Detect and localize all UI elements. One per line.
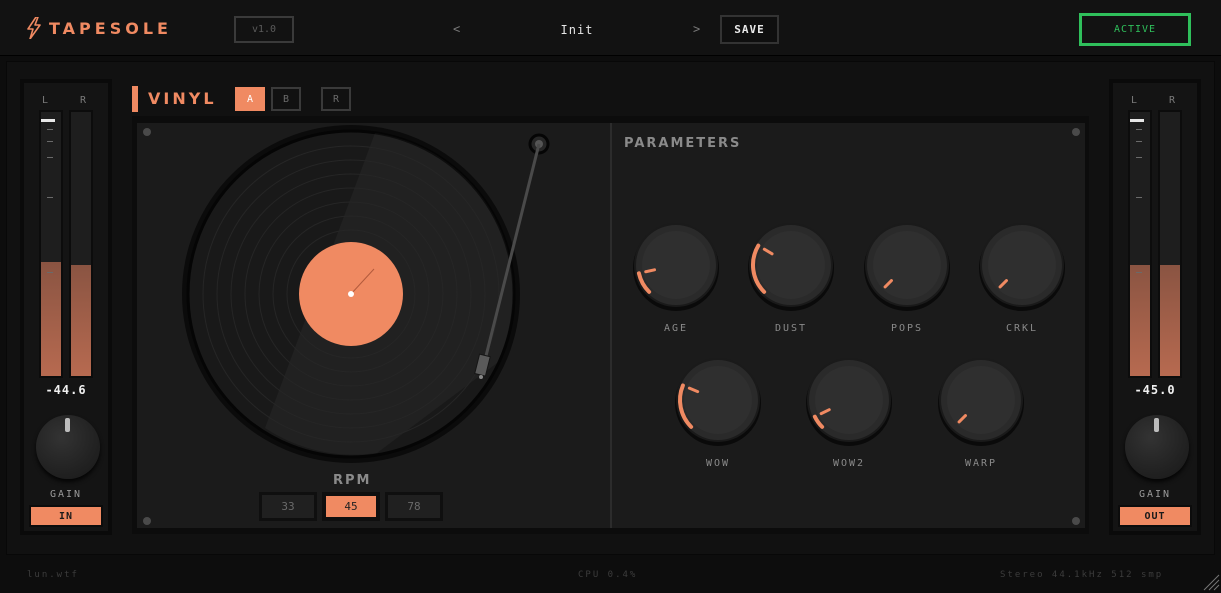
output-peak-marker: [1130, 119, 1144, 122]
audio-format: Stereo 44.1kHz 512 smp: [1000, 570, 1164, 580]
knob-label-dust: DUST: [774, 323, 808, 334]
knob-label-wow: WOW: [705, 458, 731, 469]
knob-wow[interactable]: [675, 358, 761, 446]
meter-tick: [1136, 197, 1142, 198]
vinyl-module: RPM 33 45 78 PARAMETERS AGE DUST POPS CR…: [132, 116, 1089, 534]
screw-icon: [143, 128, 151, 136]
brand-link[interactable]: lun.wtf: [27, 570, 79, 580]
output-gain-label: GAIN: [1138, 489, 1172, 500]
output-meter-r-fill: [1160, 265, 1180, 376]
meter-tick: [47, 129, 53, 130]
knob-label-crkl: CRKL: [1005, 323, 1039, 334]
meter-tick: [1136, 157, 1142, 158]
logo-text: TAPESOLE: [49, 18, 172, 38]
rpm-33-button[interactable]: 33: [259, 492, 317, 521]
meter-l-label: L: [42, 95, 49, 106]
knob-label-wow2: WOW2: [832, 458, 866, 469]
input-meter-r: [69, 110, 93, 378]
output-button[interactable]: OUT: [1118, 505, 1192, 527]
knob-dust[interactable]: [748, 223, 834, 311]
meter-l-label: L: [1131, 95, 1138, 106]
resize-grip-icon[interactable]: [1203, 574, 1220, 591]
module-accent-bar: [132, 86, 138, 112]
knob-warp[interactable]: [938, 358, 1024, 446]
rpm-label: RPM: [333, 473, 372, 488]
rpm-45-button[interactable]: 45: [322, 492, 380, 521]
input-gain-label: GAIN: [49, 489, 83, 500]
knob-indicator: [1154, 418, 1159, 432]
status-bar: lun.wtf CPU 0.4% Stereo 44.1kHz 512 smp: [0, 556, 1221, 593]
meter-tick: [47, 141, 53, 142]
screw-icon: [143, 517, 151, 525]
input-meter-r-fill: [71, 265, 91, 376]
lightning-icon: [27, 17, 41, 39]
knob-pops[interactable]: [864, 223, 950, 311]
input-peak-marker: [41, 119, 55, 122]
knob-label-warp: WARP: [964, 458, 998, 469]
knob-label-age: AGE: [663, 323, 689, 334]
spindle: [348, 291, 354, 297]
slot-a-button[interactable]: A: [235, 87, 265, 111]
logo: TAPESOLE: [27, 17, 172, 39]
preset-name[interactable]: Init: [540, 23, 614, 37]
module-title: VINYL: [148, 89, 217, 108]
next-preset-button[interactable]: >: [693, 22, 700, 36]
meter-tick: [1136, 141, 1142, 142]
output-meter-r: [1158, 110, 1182, 378]
knob-indicator: [65, 418, 70, 432]
knob-age[interactable]: [633, 223, 719, 311]
input-meter-l: [39, 110, 63, 378]
header-bar: TAPESOLE v1.0 < Init > SAVE ACTIVE: [0, 0, 1221, 56]
meter-r-label: R: [1169, 95, 1176, 106]
reset-button[interactable]: R: [321, 87, 351, 111]
output-gain-knob[interactable]: [1125, 415, 1189, 479]
output-level-readout: -45.0: [1134, 383, 1176, 397]
active-toggle[interactable]: ACTIVE: [1079, 13, 1191, 46]
input-meter-l-fill: [41, 262, 61, 376]
prev-preset-button[interactable]: <: [453, 22, 460, 36]
knob-label-pops: POPS: [890, 323, 924, 334]
rpm-78-button[interactable]: 78: [385, 492, 443, 521]
knob-wow2[interactable]: [806, 358, 892, 446]
meter-tick: [47, 272, 53, 273]
output-meter-panel: L R -45.0 GAIN OUT: [1109, 79, 1201, 535]
meter-tick: [47, 157, 53, 158]
save-button[interactable]: SAVE: [720, 15, 779, 44]
knob-crkl[interactable]: [979, 223, 1065, 311]
knob-indicator: [644, 268, 657, 274]
meter-r-label: R: [80, 95, 87, 106]
slot-b-button[interactable]: B: [271, 87, 301, 111]
input-level-readout: -44.6: [45, 383, 87, 397]
stylus: [479, 375, 483, 379]
input-gain-knob[interactable]: [36, 415, 100, 479]
version-badge: v1.0: [234, 16, 294, 43]
meter-tick: [47, 197, 53, 198]
output-meter-l: [1128, 110, 1152, 378]
output-meter-l-fill: [1130, 265, 1150, 376]
input-button[interactable]: IN: [29, 505, 103, 527]
module-panel: RPM 33 45 78 PARAMETERS AGE DUST POPS CR…: [137, 123, 1085, 528]
cpu-readout: CPU 0.4%: [578, 570, 638, 580]
input-meter-panel: L R -44.6 GAIN IN: [20, 79, 112, 535]
turntable[interactable]: [177, 123, 557, 468]
meter-tick: [1136, 272, 1142, 273]
meter-tick: [1136, 129, 1142, 130]
